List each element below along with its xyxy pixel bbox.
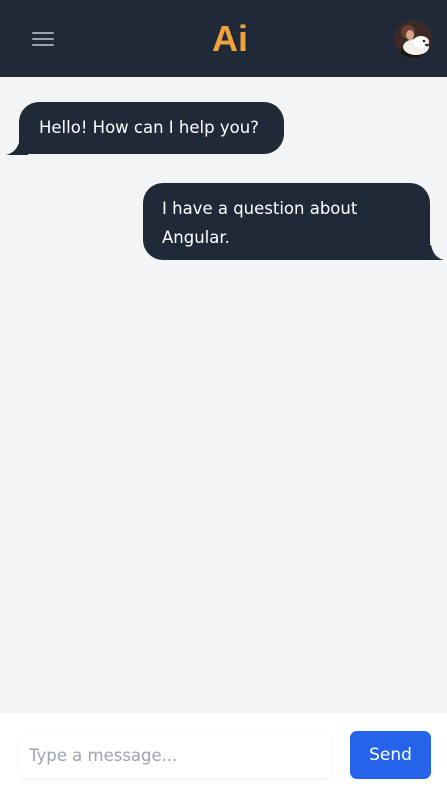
message-input[interactable]	[19, 732, 331, 778]
message-list: Hello! How can I help you? I have a ques…	[0, 77, 447, 713]
send-button[interactable]: Send	[350, 731, 431, 779]
top-bar: Ai	[0, 0, 447, 77]
app-logo: Ai	[212, 18, 248, 59]
user-avatar[interactable]	[394, 20, 432, 58]
user-message: I have a question about Angular.	[143, 183, 430, 260]
chat-app: Ai Hello! How can I help you? I have a q…	[0, 0, 447, 796]
message-composer: Send	[0, 713, 447, 796]
bot-message: Hello! How can I help you?	[19, 102, 284, 154]
hamburger-menu-icon[interactable]	[32, 29, 54, 49]
